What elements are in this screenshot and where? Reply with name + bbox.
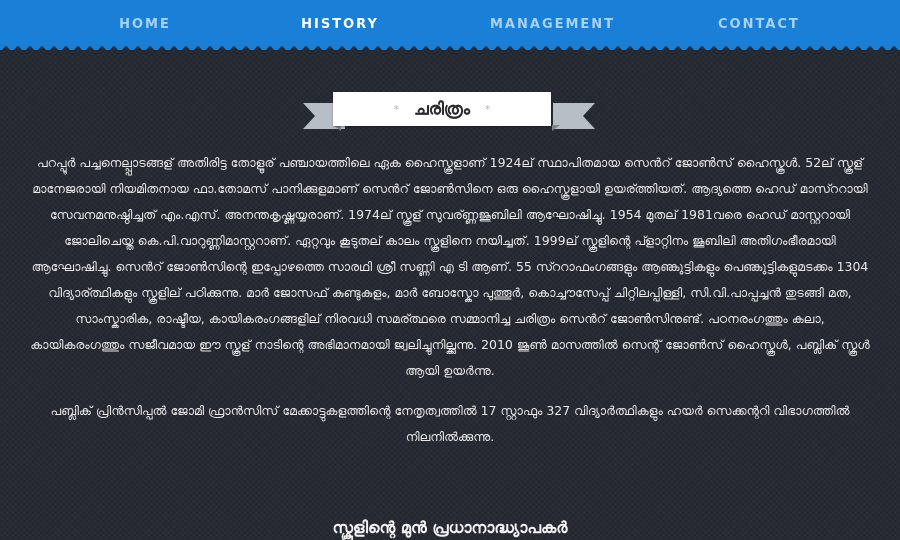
public-school-paragraph: പബ്ലിക് പ്രിൻസിപ്പൽ ജോമി ഫ്രാൻസിസ് മേക്ക… <box>50 403 850 444</box>
nav-management[interactable]: MANAGEMENT <box>490 0 613 48</box>
section-title-ribbon: * ചരിത്രം * <box>333 92 551 126</box>
ribbon-fold-right <box>552 125 560 131</box>
nav-home[interactable]: HOME <box>105 0 185 48</box>
star-icon: * <box>393 102 399 116</box>
page-title: ചരിത്രം <box>414 99 470 120</box>
nav-history[interactable]: HISTORY <box>300 0 380 48</box>
former-headmasters-heading: സ്കൂളിന്റെ മുൻ പ്രധാനാദ്ധ്യാപകർ <box>332 518 568 537</box>
history-content: പറപ്പൂർ പച്ചനെല്പ്പാടങ്ങള് അതിരിട്ട തോളൂ… <box>30 150 870 464</box>
history-paragraph: പറപ്പൂർ പച്ചനെല്പ്പാടങ്ങള് അതിരിട്ട തോളൂ… <box>30 155 870 378</box>
nav-contact[interactable]: CONTACT <box>718 0 798 48</box>
star-icon: * <box>485 102 491 116</box>
